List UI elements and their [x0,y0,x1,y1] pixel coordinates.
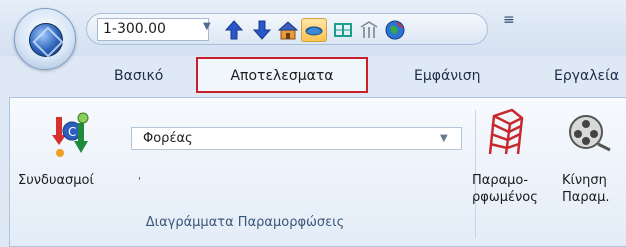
globe-icon[interactable] [384,19,406,41]
dropdown-marker: ' [138,176,141,187]
deformed-label-line2: ρφωμένος [472,190,538,205]
tab-results[interactable]: Αποτελεσματα [196,57,368,93]
tab-tools[interactable]: Εργαλεία [554,68,619,84]
motion-label-line1: Κίνηση [562,173,607,188]
combinations-icon: C [52,112,89,157]
tab-basic[interactable]: Βασικό [114,68,163,84]
svg-text:C: C [68,125,76,139]
tab-view[interactable]: Εμφάνιση [414,68,481,84]
motion-label-line2: Παραμ. [562,190,610,205]
deformed-label-line1: Παραμο- [472,173,529,188]
chevron-down-icon[interactable]: ▼ [203,21,211,32]
app-logo-icon [29,23,63,57]
motion-button[interactable]: Κίνηση Παραμ. [560,104,626,214]
quick-access-toolbar: 1-300.00 ▼ [86,13,488,45]
toggle-view-button[interactable] [301,18,327,42]
scale-combo[interactable]: 1-300.00 [97,18,209,41]
deformed-button[interactable]: Παραμο- ρφωμένος [468,104,558,214]
chevron-down-icon[interactable]: ▼ [440,133,448,144]
combinations-label: Συνδυασμοί [18,173,94,188]
ribbon-group-label: Διαγράμματα Παραμορφώσεις [145,215,345,230]
deformed-frame-icon [488,108,524,155]
grid-axes-icon[interactable] [332,19,354,41]
house-icon[interactable] [277,19,299,41]
film-reel-icon [569,115,611,152]
customize-toolbar-icon[interactable]: ≡ [503,12,515,28]
combinations-button[interactable]: C Συνδυασμοί [18,104,138,194]
carrier-select[interactable]: Φορέας [131,127,462,150]
arrow-up-icon[interactable] [223,19,245,41]
columns-icon[interactable] [358,19,380,41]
arrow-down-icon[interactable] [251,19,273,41]
application-menu-button[interactable] [14,8,76,70]
